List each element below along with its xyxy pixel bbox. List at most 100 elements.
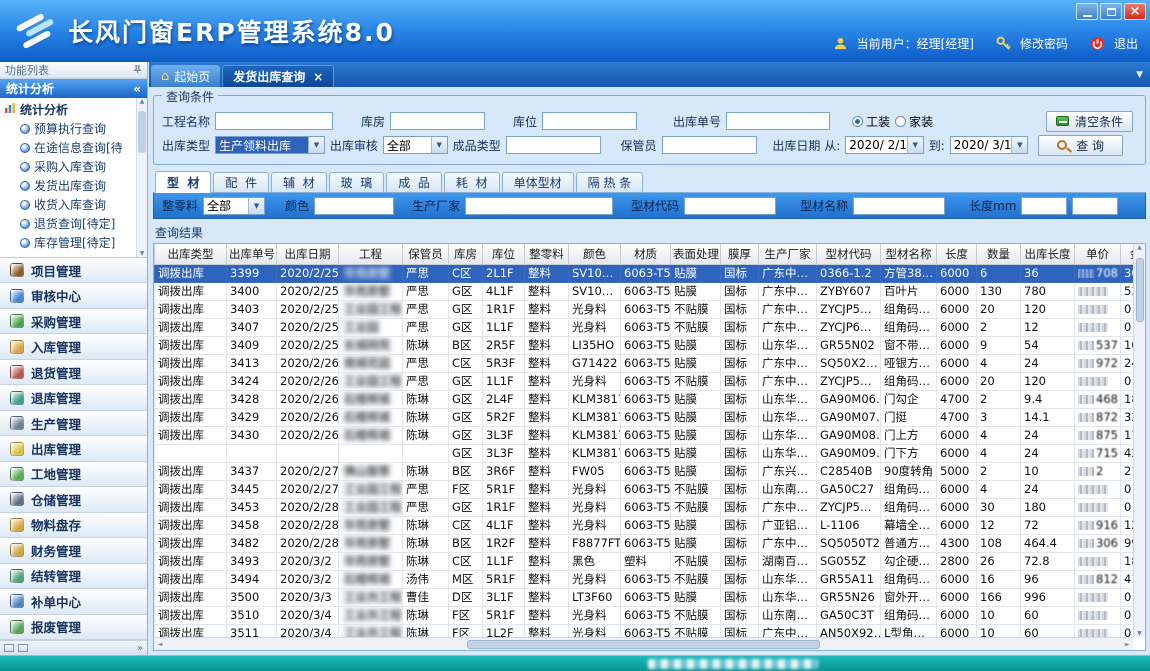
color-input[interactable] <box>314 197 394 215</box>
sidebar-item[interactable]: 生产管理 <box>0 411 147 436</box>
column-header[interactable]: 数量 <box>977 244 1021 264</box>
keeper-input[interactable] <box>662 136 757 154</box>
scroll-right-icon[interactable]: ► <box>1121 638 1133 650</box>
tree-item[interactable]: 库存管理[待定] <box>4 233 136 252</box>
material-tab[interactable]: 玻 璃 <box>329 172 385 192</box>
dropdown-icon[interactable]: ▼ <box>248 198 264 214</box>
horizontal-scroll-thumb[interactable] <box>467 640 819 649</box>
dropdown-icon[interactable]: ▼ <box>308 137 324 153</box>
length-max-input[interactable] <box>1072 197 1118 215</box>
column-header[interactable]: 型材代码 <box>817 244 881 264</box>
material-tab[interactable]: 配 件 <box>213 172 269 192</box>
column-header[interactable]: 库位 <box>483 244 525 264</box>
table-row[interactable]: 调拨出库35102020/3/4工业共工程陈琳F区5R1F整料光身料6063-T… <box>155 606 1134 624</box>
column-header[interactable]: 材质 <box>621 244 671 264</box>
sidebar-item[interactable]: 物料盘存 <box>0 513 147 538</box>
tree-scrollbar[interactable]: ▲ ▼ <box>136 98 147 257</box>
vertical-scrollbar[interactable]: ▲ ▼ <box>1133 244 1145 637</box>
tree-root-statistics[interactable]: 统计分析 <box>4 100 136 119</box>
length-min-input[interactable] <box>1021 197 1067 215</box>
tree-item[interactable]: 采购入库查询 <box>4 157 136 176</box>
table-row[interactable]: 调拨出库34092020/2/25长城网苑陈琳B区2R5F整料LI35HO606… <box>155 336 1134 354</box>
dropdown-icon[interactable]: ▼ <box>431 137 447 153</box>
warehouse-input[interactable] <box>390 112 485 130</box>
dropdown-icon[interactable]: ▼ <box>907 137 923 153</box>
maximize-button[interactable] <box>1100 3 1122 20</box>
search-button[interactable]: 查 询 <box>1038 135 1123 156</box>
date-to-picker[interactable]: 2020/ 3/16 ▼ <box>950 136 1028 154</box>
tree-item[interactable]: 预算执行查询 <box>4 119 136 138</box>
column-header[interactable]: 工程 <box>339 244 403 264</box>
sidebar-item[interactable]: 退货管理 <box>0 360 147 385</box>
horizontal-scrollbar[interactable]: ◄ ► <box>154 637 1133 650</box>
table-row[interactable]: 调拨出库34942020/3/2石楼辉城汤伟M区5R1F整料光身料6063-T5… <box>155 570 1134 588</box>
sidebar-item[interactable]: 结转管理 <box>0 564 147 589</box>
scroll-down-icon[interactable]: ▼ <box>1137 630 1142 637</box>
column-header[interactable]: 保管员 <box>403 244 449 264</box>
column-header[interactable]: 出库单号 <box>227 244 277 264</box>
material-tab[interactable]: 耗 材 <box>444 172 500 192</box>
tree-item[interactable]: 收货入库查询 <box>4 195 136 214</box>
sidebar-item[interactable]: 仓储管理 <box>0 487 147 512</box>
radio-gongzhuang[interactable]: 工装 <box>852 113 890 130</box>
tree-item[interactable]: 发货出库查询 <box>4 176 136 195</box>
table-row[interactable]: 调拨出库34372020/2/27佛山御景陈琳B区3R6F整料FW056063-… <box>155 462 1134 480</box>
table-row[interactable]: 调拨出库34822020/2/28华苑原墅陈琳B区1R2F整料F8877FT60… <box>155 534 1134 552</box>
sidebar-item[interactable]: 财务管理 <box>0 538 147 563</box>
profile-code-input[interactable] <box>684 197 776 215</box>
table-row[interactable]: 调拨出库35002020/3/3工业共工程曹佳D区3L1F整料LT3F60606… <box>155 588 1134 606</box>
column-header[interactable]: 型材名称 <box>881 244 937 264</box>
table-row[interactable]: 调拨出库34002020/2/25华苑原墅严思G区4L1F整料SV10…6063… <box>155 282 1134 300</box>
profile-name-input[interactable] <box>853 197 945 215</box>
sidebar-item[interactable]: 工地管理 <box>0 462 147 487</box>
whole-piece-select[interactable]: 全部 ▼ <box>203 197 265 215</box>
sidebar-item[interactable]: 退库管理 <box>0 385 147 410</box>
out-audit-select[interactable]: 全部 ▼ <box>383 136 448 154</box>
material-tab[interactable]: 隔 热 条 <box>576 172 644 192</box>
chevron-right-icon[interactable]: » <box>137 643 143 654</box>
monitor-icon[interactable] <box>18 644 28 652</box>
tree-item[interactable]: 在途信息查询[待 <box>4 138 136 157</box>
column-header[interactable]: 膜厚 <box>721 244 759 264</box>
scroll-up-icon[interactable]: ▲ <box>1137 244 1142 251</box>
column-header[interactable]: 表面处理 <box>671 244 721 264</box>
column-header[interactable]: 出库长度 <box>1021 244 1075 264</box>
table-row[interactable]: 调拨出库34582020/2/28华苑原墅陈琳C区4L1F整料光身料6063-T… <box>155 516 1134 534</box>
table-row[interactable]: 调拨出库34452020/2/27工业园工程严思F区5R1F整料光身料6063-… <box>155 480 1134 498</box>
column-header[interactable]: 生产厂家 <box>759 244 817 264</box>
minimize-button[interactable] <box>1076 3 1098 20</box>
column-header[interactable]: 整零料 <box>525 244 569 264</box>
sidebar-item[interactable]: 报废管理 <box>0 615 147 640</box>
column-header[interactable]: 金 <box>1121 244 1134 264</box>
sidebar-item[interactable]: 采购管理 <box>0 309 147 334</box>
table-row[interactable]: 调拨出库33992020/2/25华苑原墅严思C区2L1F整料SV10…6063… <box>155 264 1134 282</box>
sidebar-item[interactable]: 入库管理 <box>0 334 147 359</box>
table-row[interactable]: 调拨出库35112020/3/4工业共工程陈琳F区1L2F整料光身料6063-T… <box>155 624 1134 637</box>
order-no-input[interactable] <box>726 112 830 130</box>
logout-link[interactable]: 退出 <box>1114 35 1138 52</box>
project-name-input[interactable] <box>215 112 333 130</box>
tree-scroll-thumb[interactable] <box>138 111 146 153</box>
column-header[interactable]: 库房 <box>449 244 483 264</box>
column-header[interactable]: 出库类型 <box>155 244 227 264</box>
sidebar-item[interactable]: 项目管理 <box>0 258 147 283</box>
sidebar-item[interactable]: 补单中心 <box>0 589 147 614</box>
sidebar-item[interactable]: 出库管理 <box>0 436 147 461</box>
collapse-icon[interactable]: « <box>133 82 141 96</box>
vertical-scroll-thumb[interactable] <box>1136 258 1144 322</box>
material-tab[interactable]: 型 材 <box>155 171 211 193</box>
column-header[interactable]: 单价 <box>1075 244 1121 264</box>
table-row[interactable]: G区3L3F整料KLM38176063-T5贴膜国标山东华…GA90M09…门下… <box>155 444 1134 462</box>
table-row[interactable]: 调拨出库34292020/2/26石楼辉城陈琳G区5R2F整料KLM381760… <box>155 408 1134 426</box>
table-row[interactable]: 调拨出库34072020/2/25工业园严思G区1L1F整料光身料6063-T5… <box>155 318 1134 336</box>
table-row[interactable]: 调拨出库34282020/2/26石楼辉城陈琳G区2L4F整料KLM381760… <box>155 390 1134 408</box>
tab-item[interactable]: ⌂起始页 <box>151 65 220 87</box>
tree-item[interactable]: 退货查询[待定] <box>4 214 136 233</box>
tab-close-icon[interactable]: × <box>313 70 323 84</box>
tab-overflow-icon[interactable]: ▼ <box>1136 70 1143 80</box>
table-row[interactable]: 调拨出库34032020/2/25工业园工程严思G区1R1F整料光身料6063-… <box>155 300 1134 318</box>
dropdown-icon[interactable]: ▼ <box>1011 137 1027 153</box>
apps-icon[interactable] <box>4 644 14 652</box>
column-header[interactable]: 长度 <box>937 244 977 264</box>
material-tab[interactable]: 辅 材 <box>271 172 327 192</box>
